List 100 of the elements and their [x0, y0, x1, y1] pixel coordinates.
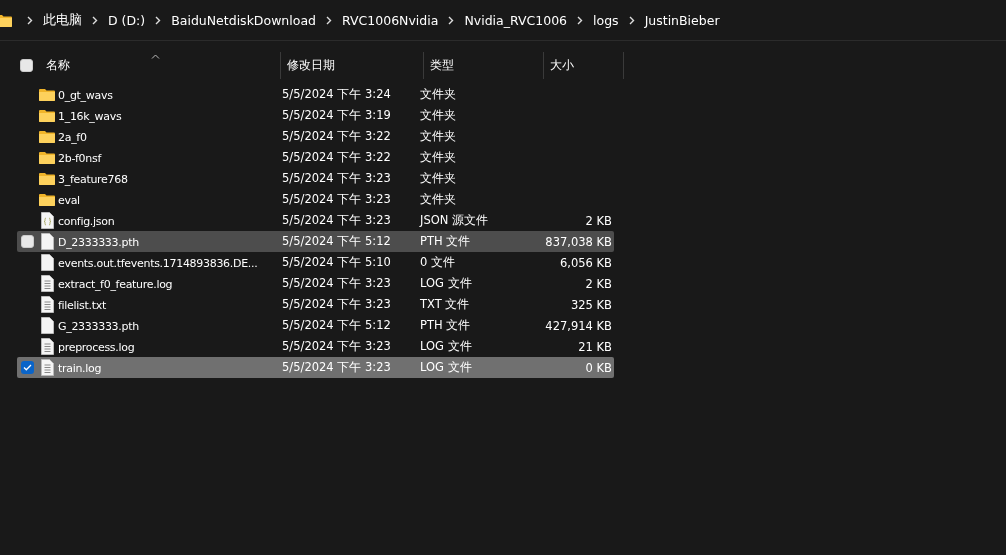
file-row[interactable]: 1_16k_wavs 5/5/2024 下午 3:19 文件夹 [17, 105, 614, 126]
file-row[interactable]: 3_feature768 5/5/2024 下午 3:23 文件夹 [17, 168, 614, 189]
chevron-right-icon [448, 15, 455, 25]
file-row[interactable]: D_2333333.pth 5/5/2024 下午 5:12 PTH 文件 837,038 KB [17, 231, 614, 252]
text-file-icon [40, 296, 54, 313]
folder-icon [39, 193, 55, 206]
breadcrumb-item[interactable]: D (D:) [102, 9, 152, 31]
file-row[interactable]: G_2333333.pth 5/5/2024 下午 5:12 PTH 文件 427,914 KB [17, 315, 614, 336]
modified-date: 5/5/2024 下午 5:12 [282, 318, 391, 332]
checkbox[interactable] [20, 361, 34, 374]
file-row[interactable]: config.json 5/5/2024 下午 3:23 JSON 源文件 2 KB [17, 210, 614, 231]
file-type: LOG 文件 [420, 360, 472, 374]
file-row[interactable]: extract_f0_feature.log 5/5/2024 下午 3:23 LOG 文件 2 KB [17, 273, 614, 294]
file-type: 文件夹 [420, 108, 456, 122]
file-type: LOG 文件 [420, 276, 472, 290]
file-row[interactable]: events.out.tfevents.1714893836.DE... 5/5/2024 下午 5:10 0 文件 6,056 KB [17, 252, 614, 273]
column-header[interactable]: 大小 [550, 57, 574, 74]
file-type: 文件夹 [420, 87, 456, 101]
modified-date: 5/5/2024 下午 3:23 [282, 339, 391, 353]
breadcrumb-item[interactable]: Nvidia_RVC1006 [458, 9, 574, 31]
breadcrumb-item[interactable]: 此电脑 [37, 8, 88, 32]
file-type: LOG 文件 [420, 339, 472, 353]
chevron-right-icon [27, 15, 33, 25]
chevron-right-icon [92, 15, 98, 25]
modified-date: 5/5/2024 下午 3:19 [282, 108, 391, 122]
text-file-icon [40, 359, 54, 376]
file-type: 文件夹 [420, 171, 456, 185]
file-name: train.log [58, 361, 102, 375]
file-type: PTH 文件 [420, 234, 471, 248]
file-name: 0_gt_wavs [58, 88, 113, 102]
file-size: 21 KB [578, 339, 612, 354]
folder-icon [39, 172, 55, 185]
file-name: G_2333333.pth [58, 319, 139, 333]
modified-date: 5/5/2024 下午 3:23 [282, 360, 391, 374]
file-row[interactable]: train.log 5/5/2024 下午 3:23 LOG 文件 0 KB [17, 357, 614, 378]
breadcrumb-item[interactable]: RVC1006Nvidia [336, 9, 445, 31]
file-type: TXT 文件 [420, 297, 470, 311]
file-type: JSON 源文件 [420, 213, 488, 227]
modified-date: 5/5/2024 下午 3:23 [282, 192, 391, 206]
file-name: extract_f0_feature.log [58, 277, 173, 291]
chevron-right-icon [326, 15, 332, 25]
file-type: 0 文件 [420, 255, 455, 269]
folder-icon [39, 130, 55, 143]
column-header[interactable]: 名称 [44, 57, 70, 74]
file-row[interactable]: eval 5/5/2024 下午 3:23 文件夹 [17, 189, 614, 210]
column-header[interactable]: 修改日期 [287, 57, 335, 74]
breadcrumb-item[interactable]: logs [587, 9, 625, 31]
file-row[interactable]: 2b-f0nsf 5/5/2024 下午 3:22 文件夹 [17, 147, 614, 168]
file-name: eval [58, 193, 80, 207]
chevron-right-icon [628, 15, 635, 25]
modified-date: 5/5/2024 下午 3:23 [282, 297, 391, 311]
file-name: 3_feature768 [58, 172, 128, 186]
file-name: events.out.tfevents.1714893836.DE... [58, 256, 258, 270]
file-type: 文件夹 [420, 129, 456, 143]
file-name: 2a_f0 [58, 130, 87, 144]
file-name: config.json [58, 214, 115, 228]
file-icon [40, 233, 54, 250]
modified-date: 5/5/2024 下午 3:22 [282, 150, 391, 164]
modified-date: 5/5/2024 下午 3:23 [282, 171, 391, 185]
folder-icon [39, 151, 55, 164]
folder-icon [0, 13, 12, 27]
checkbox[interactable] [19, 59, 33, 72]
modified-date: 5/5/2024 下午 5:10 [282, 255, 391, 269]
text-file-icon [40, 338, 54, 355]
modified-date: 5/5/2024 下午 3:23 [282, 213, 391, 227]
folder-icon [39, 88, 55, 101]
chevron-right-icon [577, 15, 584, 25]
file-type: PTH 文件 [420, 318, 471, 332]
chevron-right-icon [155, 15, 162, 25]
file-name: D_2333333.pth [58, 235, 139, 249]
text-file-icon [40, 275, 54, 292]
file-size: 325 KB [570, 297, 612, 312]
modified-date: 5/5/2024 下午 5:12 [282, 234, 391, 248]
modified-date: 5/5/2024 下午 3:23 [282, 276, 391, 290]
file-name: 1_16k_wavs [58, 109, 122, 123]
file-name: preprocess.log [58, 340, 135, 354]
file-icon [40, 317, 54, 334]
file-size: 837,038 KB [545, 234, 612, 249]
modified-date: 5/5/2024 下午 3:22 [282, 129, 391, 143]
folder-icon [39, 109, 55, 122]
sort-up-icon [151, 54, 160, 59]
file-row[interactable]: 0_gt_wavs 5/5/2024 下午 3:24 文件夹 [17, 84, 614, 105]
file-name: 2b-f0nsf [58, 151, 101, 165]
file-name: filelist.txt [58, 298, 106, 312]
file-size: 2 KB [585, 213, 612, 228]
breadcrumb-item[interactable]: JustinBieber [638, 9, 726, 31]
file-row[interactable]: preprocess.log 5/5/2024 下午 3:23 LOG 文件 21 KB [17, 336, 614, 357]
file-size: 6,056 KB [560, 255, 612, 270]
checkbox[interactable] [20, 235, 34, 248]
file-size: 0 KB [585, 360, 612, 375]
file-size: 2 KB [585, 276, 612, 291]
code-file-icon [40, 212, 54, 229]
file-type: 文件夹 [420, 150, 456, 164]
file-row[interactable]: filelist.txt 5/5/2024 下午 3:23 TXT 文件 325 KB [17, 294, 614, 315]
breadcrumb-item[interactable]: BaiduNetdiskDownload [165, 9, 322, 31]
file-size: 427,914 KB [545, 318, 612, 333]
file-row[interactable]: 2a_f0 5/5/2024 下午 3:22 文件夹 [17, 126, 614, 147]
file-icon [40, 254, 54, 271]
modified-date: 5/5/2024 下午 3:24 [282, 87, 391, 101]
column-header[interactable]: 类型 [430, 57, 454, 74]
